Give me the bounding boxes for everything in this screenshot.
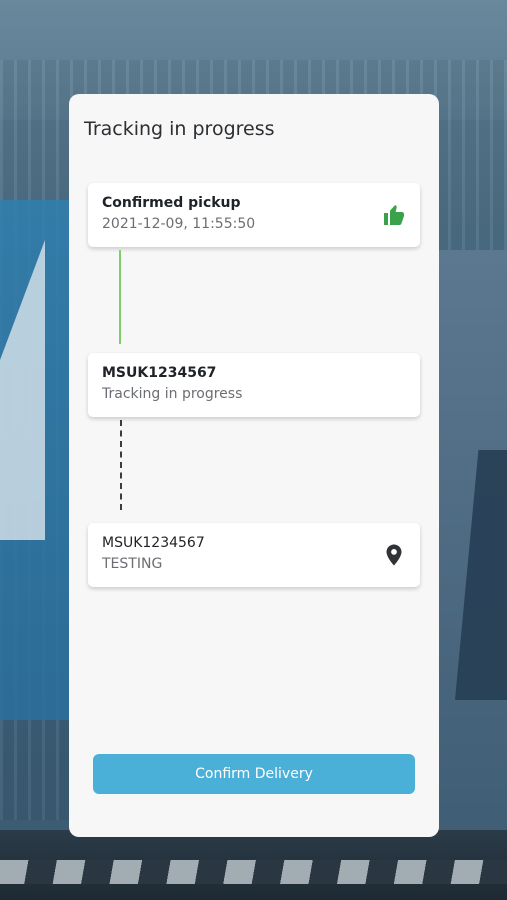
- step-confirmed-pickup[interactable]: Confirmed pickup 2021-12-09, 11:55:50: [88, 183, 420, 247]
- ground-stripes: [0, 860, 507, 884]
- step-title: Confirmed pickup: [102, 195, 241, 211]
- card-title: Tracking in progress: [84, 118, 275, 140]
- step-tracking[interactable]: MSUK1234567 Tracking in progress: [88, 353, 420, 417]
- step-title: MSUK1234567: [102, 365, 217, 381]
- location-pin-icon: [386, 544, 402, 566]
- connector-dashed: [120, 420, 122, 510]
- connector-solid: [119, 250, 121, 344]
- step-title: MSUK1234567: [102, 535, 205, 551]
- tracking-card: Tracking in progress Confirmed pickup 20…: [69, 94, 439, 837]
- step-destination[interactable]: MSUK1234567 TESTING: [88, 523, 420, 587]
- step-timestamp: 2021-12-09, 11:55:50: [102, 216, 256, 232]
- confirm-delivery-button[interactable]: Confirm Delivery: [93, 754, 415, 794]
- step-status: Tracking in progress: [102, 386, 243, 402]
- thumbs-up-icon: [384, 205, 404, 225]
- step-status: TESTING: [102, 556, 163, 572]
